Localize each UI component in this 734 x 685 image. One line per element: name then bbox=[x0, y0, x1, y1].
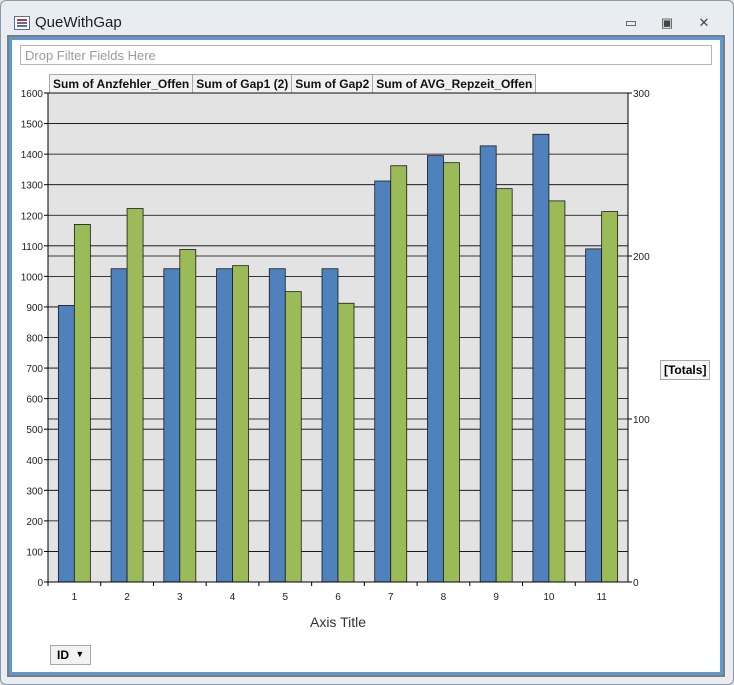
bar-blue bbox=[216, 268, 233, 583]
y2-tick-label: 300 bbox=[633, 89, 650, 100]
bar-green bbox=[179, 249, 197, 583]
bar-green bbox=[232, 265, 249, 583]
x-tick-label: 10 bbox=[543, 592, 555, 603]
bar-green bbox=[443, 162, 460, 583]
x-tick-label: 5 bbox=[282, 592, 288, 603]
bar-blue bbox=[374, 180, 392, 583]
y2-tick-label: 200 bbox=[633, 252, 650, 263]
bar-green bbox=[337, 302, 355, 583]
x-tick-label: 2 bbox=[124, 592, 130, 603]
bar-blue bbox=[532, 133, 550, 583]
y-tick-label: 1600 bbox=[21, 89, 44, 100]
y-tick-label: 500 bbox=[26, 425, 43, 436]
bar-green bbox=[548, 200, 566, 583]
y-tick-label: 700 bbox=[26, 364, 43, 375]
y-tick-label: 800 bbox=[26, 334, 43, 345]
y-tick-label: 0 bbox=[37, 578, 43, 589]
y-tick-label: 300 bbox=[26, 486, 43, 497]
bar-blue bbox=[110, 268, 128, 583]
chart: 0100200300400500600700800900100011001200… bbox=[21, 89, 650, 630]
bar-blue bbox=[57, 305, 75, 583]
bar-blue bbox=[163, 268, 181, 583]
x-tick-label: 9 bbox=[493, 592, 499, 603]
x-tick-label: 6 bbox=[335, 592, 341, 603]
y-tick-label: 600 bbox=[26, 395, 43, 406]
bar-blue bbox=[479, 145, 497, 583]
x-axis-title: Axis Title bbox=[310, 614, 366, 630]
y2-tick-label: 0 bbox=[633, 578, 639, 589]
bar-blue bbox=[268, 268, 286, 583]
x-tick-label: 1 bbox=[72, 592, 78, 603]
bar-green bbox=[601, 211, 619, 583]
y-tick-label: 1400 bbox=[21, 150, 44, 161]
x-tick-label: 3 bbox=[177, 592, 183, 603]
bar-green bbox=[284, 291, 302, 583]
y-tick-label: 900 bbox=[26, 303, 43, 314]
x-tick-label: 11 bbox=[596, 592, 607, 603]
y-tick-label: 1500 bbox=[21, 120, 44, 131]
y-tick-label: 200 bbox=[26, 517, 43, 528]
bar-green bbox=[390, 165, 408, 583]
bar-green bbox=[126, 208, 144, 583]
bar-green bbox=[73, 224, 91, 583]
bar-green bbox=[495, 188, 513, 583]
y2-tick-label: 100 bbox=[633, 415, 650, 426]
bar-blue bbox=[585, 248, 603, 583]
y-tick-label: 400 bbox=[26, 456, 43, 467]
y-tick-label: 1300 bbox=[21, 181, 44, 192]
y-tick-label: 100 bbox=[26, 547, 43, 558]
bar-blue bbox=[427, 155, 444, 583]
y-tick-label: 1000 bbox=[21, 272, 44, 283]
x-tick-label: 7 bbox=[388, 592, 394, 603]
bar-blue bbox=[321, 268, 339, 583]
y-tick-label: 1200 bbox=[21, 211, 44, 222]
x-tick-label: 4 bbox=[230, 592, 236, 603]
y-tick-label: 1100 bbox=[21, 242, 43, 253]
x-tick-label: 8 bbox=[441, 592, 447, 603]
